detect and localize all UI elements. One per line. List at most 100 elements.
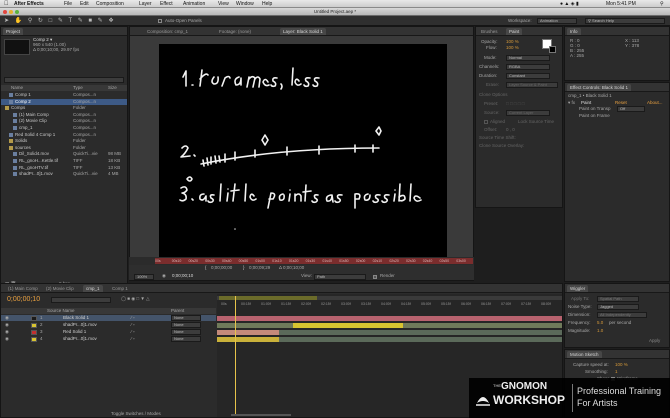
camera-icon[interactable]: ◉ bbox=[162, 273, 166, 279]
offset-value[interactable]: 0 , 0 bbox=[506, 127, 515, 133]
in-time[interactable]: 0;00;00;00 bbox=[211, 265, 232, 271]
menu-layer[interactable]: Layer bbox=[139, 0, 152, 8]
effect-disclosure-icon[interactable]: ▾ fx bbox=[568, 100, 575, 106]
col-type[interactable]: Type bbox=[73, 85, 83, 91]
layer-switches-icon[interactable]: ⁄ ▫ bbox=[131, 322, 135, 328]
window-close-button[interactable] bbox=[3, 10, 7, 14]
magnification-select[interactable]: 100% bbox=[134, 274, 154, 280]
project-item[interactable]: Comps Folder bbox=[1, 105, 127, 111]
layer-label-color[interactable] bbox=[31, 315, 37, 321]
layer-duration-bar[interactable] bbox=[217, 316, 562, 321]
project-item[interactable]: Solids Folder bbox=[1, 138, 127, 144]
layer-switches-icon[interactable]: ⁄ ▫ bbox=[131, 336, 135, 342]
layer-duration-bar[interactable] bbox=[403, 323, 562, 328]
project-item[interactable]: (2) Movie Clip Compos...n bbox=[1, 118, 127, 124]
current-time-indicator[interactable] bbox=[235, 296, 236, 416]
col-parent[interactable]: Parent bbox=[171, 308, 184, 314]
apply-to-select[interactable]: Spatial Path bbox=[597, 296, 639, 302]
project-item[interactable]: Comp 1 Compos...n bbox=[1, 92, 127, 98]
timeline-ruler[interactable]: 00s 00:15f 01:00f 01:15f 02:00f 02:15f 03:00f 0… bbox=[217, 302, 562, 310]
eye-icon[interactable]: ◉ bbox=[5, 322, 9, 328]
tab-comp-1[interactable]: Comp 1 bbox=[109, 285, 131, 292]
auto-open-checkbox[interactable] bbox=[158, 19, 162, 23]
spotlight-icon[interactable]: ⚲ bbox=[660, 0, 664, 8]
tab-brushes[interactable]: Brushes bbox=[478, 28, 501, 35]
wiggler-apply-button[interactable]: Apply bbox=[649, 338, 660, 344]
capture-speed-value[interactable]: 100 % bbox=[615, 362, 628, 368]
eye-icon[interactable]: ◉ bbox=[5, 336, 9, 342]
layer-parent-select[interactable]: None bbox=[171, 322, 201, 328]
current-time[interactable]: 0;00;00;10 bbox=[172, 273, 193, 279]
tab-effect-controls[interactable]: Effect Controls: Black Solid 1 bbox=[567, 84, 631, 91]
noise-type-select[interactable]: Jagged bbox=[597, 304, 639, 310]
menu-file[interactable]: File bbox=[64, 0, 72, 8]
menu-window[interactable]: Window bbox=[236, 0, 254, 8]
project-item[interactable]: (1) Main Comp Compos...n bbox=[1, 112, 127, 118]
project-item[interactable]: Comp 2 Compos...n bbox=[1, 98, 127, 105]
menu-effect[interactable]: Effect bbox=[160, 0, 173, 8]
menu-view[interactable]: View bbox=[218, 0, 229, 8]
aligned-checkbox[interactable] bbox=[484, 120, 488, 124]
layer-parent-select[interactable]: None bbox=[171, 336, 201, 342]
layer-parent-select[interactable]: None bbox=[171, 329, 201, 335]
menu-composition[interactable]: Composition bbox=[96, 0, 124, 8]
layer-switches-icon[interactable]: ⁄ ▫ bbox=[131, 315, 135, 321]
timeline-layer-row[interactable]: ◉ 1 Black Solid 1 ⁄ ▫ None bbox=[1, 315, 216, 321]
tab-wiggler[interactable]: Wiggler bbox=[567, 285, 589, 292]
effect-about[interactable]: About... bbox=[647, 100, 663, 106]
tab-info[interactable]: Info bbox=[567, 28, 581, 35]
timeline-search-input[interactable] bbox=[51, 297, 111, 303]
project-item[interactable]: RL_gnoH...Kettle.tif TIFF 18 KB bbox=[1, 158, 127, 164]
dimension-select[interactable]: All Independently bbox=[597, 312, 647, 318]
tab-paint[interactable]: Paint bbox=[506, 28, 523, 35]
project-item[interactable]: sources Folder bbox=[1, 145, 127, 151]
menu-animation[interactable]: Animation bbox=[183, 0, 205, 8]
menu-help[interactable]: Help bbox=[262, 0, 272, 8]
tab-composition[interactable]: Composition: cmp_1 bbox=[144, 28, 191, 35]
layer-canvas[interactable] bbox=[159, 44, 447, 274]
render-checkbox[interactable] bbox=[373, 275, 377, 279]
in-point-icon[interactable]: { bbox=[205, 265, 207, 271]
timeline-switch-icons[interactable]: ◯ ■ ◉ □ ▼ △ bbox=[121, 296, 150, 302]
window-minimize-button[interactable] bbox=[9, 10, 13, 14]
tab-cmp-1[interactable]: cmp_1 bbox=[83, 285, 103, 292]
tab-motion-sketch[interactable]: Motion Sketch bbox=[567, 351, 602, 358]
tab-project[interactable]: Project bbox=[3, 28, 24, 35]
layer-parent-select[interactable]: None bbox=[171, 315, 201, 321]
layer-duration-bar[interactable] bbox=[217, 323, 293, 328]
tab-movie-clip[interactable]: (2) Movie Clip bbox=[43, 285, 77, 292]
timeline-timecode[interactable]: 0;00;00;10 bbox=[7, 296, 40, 303]
apple-icon[interactable]:  bbox=[4, 0, 9, 8]
timeline-zoom-slider[interactable] bbox=[231, 414, 291, 416]
workspace-select[interactable]: Animation bbox=[537, 18, 577, 24]
col-source-name[interactable]: Source Name bbox=[47, 308, 75, 314]
paint-on-transparent-select[interactable]: Off bbox=[617, 106, 645, 112]
eye-icon[interactable]: ◉ bbox=[5, 315, 9, 321]
project-item[interactable]: RL_gnoHTV.tif TIFF 13 KB bbox=[1, 165, 127, 171]
layer-duration-bar[interactable] bbox=[217, 330, 279, 335]
project-item[interactable]: Red Solid 4 Comp 1 Compos...n bbox=[1, 132, 127, 138]
menu-edit[interactable]: Edit bbox=[80, 0, 89, 8]
source-select[interactable]: Current Layer bbox=[506, 110, 550, 116]
timeline-layer-row[interactable]: ◉ 4 shadPr...0]1.mov ⁄ ▫ None bbox=[1, 336, 216, 342]
eye-icon[interactable]: ◉ bbox=[5, 329, 9, 335]
frequency-value[interactable]: 5.0 bbox=[597, 320, 603, 326]
layer-duration-bar[interactable] bbox=[279, 330, 562, 335]
layer-label-color[interactable] bbox=[31, 336, 37, 342]
layer-duration-bar[interactable] bbox=[293, 323, 403, 328]
view-select[interactable]: Path bbox=[314, 274, 366, 280]
project-item[interactable]: Dil_Solid4.mov QuickTi...vie 98 MB bbox=[1, 151, 127, 157]
tool-icons[interactable]: ➤ ✋ ⚲ ↻ □ ✎ T ✎ ■ ✎ ❖ bbox=[4, 17, 116, 24]
timeline-layer-row[interactable]: ◉ 2 shadPr...0]1.mov ⁄ ▫ None bbox=[1, 322, 216, 328]
app-menu[interactable]: After Effects bbox=[14, 0, 44, 8]
erase-select[interactable]: Layer Source & Paint bbox=[506, 82, 558, 88]
col-size[interactable]: Size bbox=[108, 85, 117, 91]
window-zoom-button[interactable] bbox=[15, 10, 19, 14]
duration-select[interactable]: Constant bbox=[506, 73, 550, 79]
tab-footage[interactable]: Footage: (none) bbox=[216, 28, 254, 35]
out-point-icon[interactable]: } bbox=[243, 265, 245, 271]
viewer-time-ruler[interactable]: 00s 00s10 00s20 00s30 00s40 00s50 01s00 01s10 01… bbox=[129, 257, 474, 265]
layer-label-color[interactable] bbox=[31, 329, 37, 335]
tab-layer[interactable]: Layer: Black Solid 1 bbox=[280, 28, 326, 35]
col-name[interactable]: Name bbox=[11, 85, 23, 91]
